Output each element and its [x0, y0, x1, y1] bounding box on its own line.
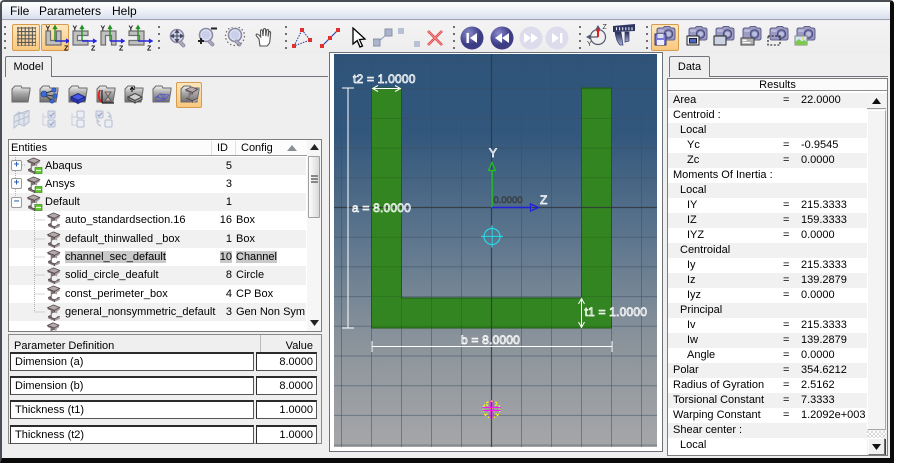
- svg-text:Z: Z: [64, 46, 69, 52]
- svg-text:Y: Y: [587, 41, 592, 48]
- svg-text:Z: Z: [119, 46, 124, 52]
- svg-text:Z: Z: [540, 193, 548, 207]
- svg-text:Y: Y: [489, 146, 497, 160]
- svg-text:a = 8.0000: a = 8.0000: [352, 201, 411, 215]
- svg-text:b = 8.0000: b = 8.0000: [461, 333, 520, 347]
- svg-text:Z: Z: [147, 46, 152, 52]
- svg-text:Y: Y: [73, 26, 78, 33]
- svg-text:Y: Y: [129, 26, 134, 33]
- svg-text:t1 = 1.0000: t1 = 1.0000: [585, 305, 648, 319]
- svg-text:Z: Z: [91, 46, 96, 52]
- svg-text:t2 = 1.0000: t2 = 1.0000: [353, 72, 416, 86]
- svg-text:Y: Y: [101, 26, 106, 33]
- svg-text:0.0000: 0.0000: [494, 195, 523, 206]
- svg-text:Z: Z: [603, 24, 608, 31]
- svg-text:Y: Y: [46, 26, 51, 33]
